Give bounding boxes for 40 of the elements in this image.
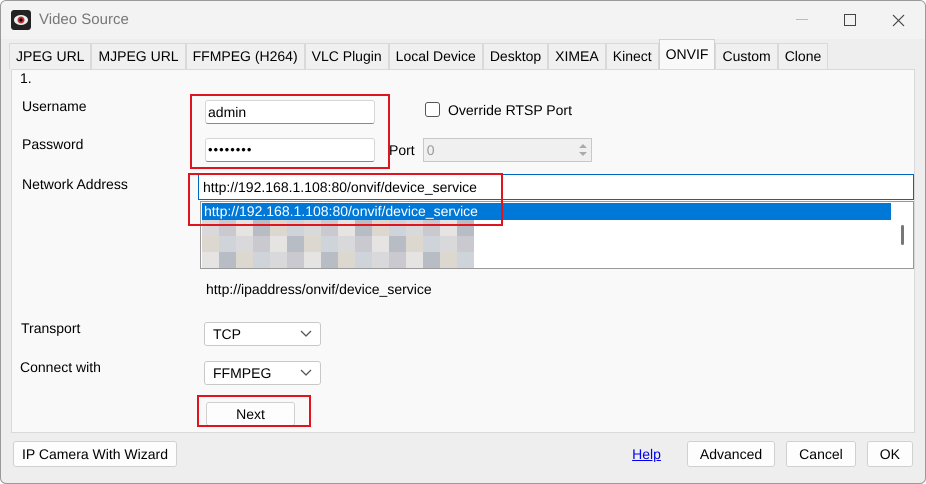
tab[interactable]: Custom <box>715 43 778 69</box>
dialog-button[interactable]: OK <box>866 441 913 467</box>
help-link[interactable]: Help <box>632 444 661 464</box>
suggestion-item[interactable]: http://192.168.1.108:80/onvif/device_service <box>202 203 891 220</box>
checkbox-label: Override RTSP Port <box>448 101 572 120</box>
tab[interactable]: Local Device <box>388 43 483 69</box>
dialog-button[interactable]: Cancel <box>786 441 856 467</box>
field-label: Transport <box>20 319 82 338</box>
password-field[interactable]: •••••••• <box>205 138 375 162</box>
tab[interactable]: FFMPEG (H264) <box>186 43 305 69</box>
eye-icon <box>11 10 31 30</box>
username-field[interactable]: admin <box>205 100 375 124</box>
field-label: Password <box>21 135 84 154</box>
field-label: Username <box>21 97 88 116</box>
tab[interactable]: ONVIF <box>658 39 716 69</box>
tab[interactable]: XIMEA <box>548 43 606 69</box>
tab[interactable]: JPEG URL <box>9 43 92 69</box>
wizard-button[interactable]: IP Camera With Wizard <box>13 441 177 467</box>
address-combo-field[interactable]: http://192.168.1.108:80/onvif/device_service <box>198 174 914 200</box>
field-label: Port <box>389 141 415 160</box>
dropdown[interactable]: TCP <box>204 322 321 346</box>
checkbox[interactable] <box>425 102 440 117</box>
chevron-down-icon <box>300 330 312 338</box>
tab[interactable]: MJPEG URL <box>91 43 186 69</box>
field-label: Network Address <box>21 175 129 194</box>
next-button[interactable]: Next <box>206 402 295 426</box>
dialog-button[interactable]: Advanced <box>686 441 776 467</box>
tab[interactable]: Clone <box>778 43 828 69</box>
dropdown[interactable]: FFMPEG <box>204 361 321 385</box>
tab[interactable]: VLC Plugin <box>304 43 389 69</box>
step-number: 1. <box>20 70 33 86</box>
maximize-icon[interactable] <box>844 14 856 26</box>
close-icon[interactable] <box>892 14 905 26</box>
address-hint: http://ipaddress/onvif/device_service <box>206 280 433 299</box>
field-label: Connect with <box>20 358 102 377</box>
tab[interactable]: Desktop <box>482 43 548 69</box>
window-title: Video Source <box>39 10 129 30</box>
chevron-down-icon <box>300 369 312 377</box>
scrollbar-thumb[interactable] <box>900 225 904 245</box>
tab[interactable]: Kinect <box>606 43 659 69</box>
